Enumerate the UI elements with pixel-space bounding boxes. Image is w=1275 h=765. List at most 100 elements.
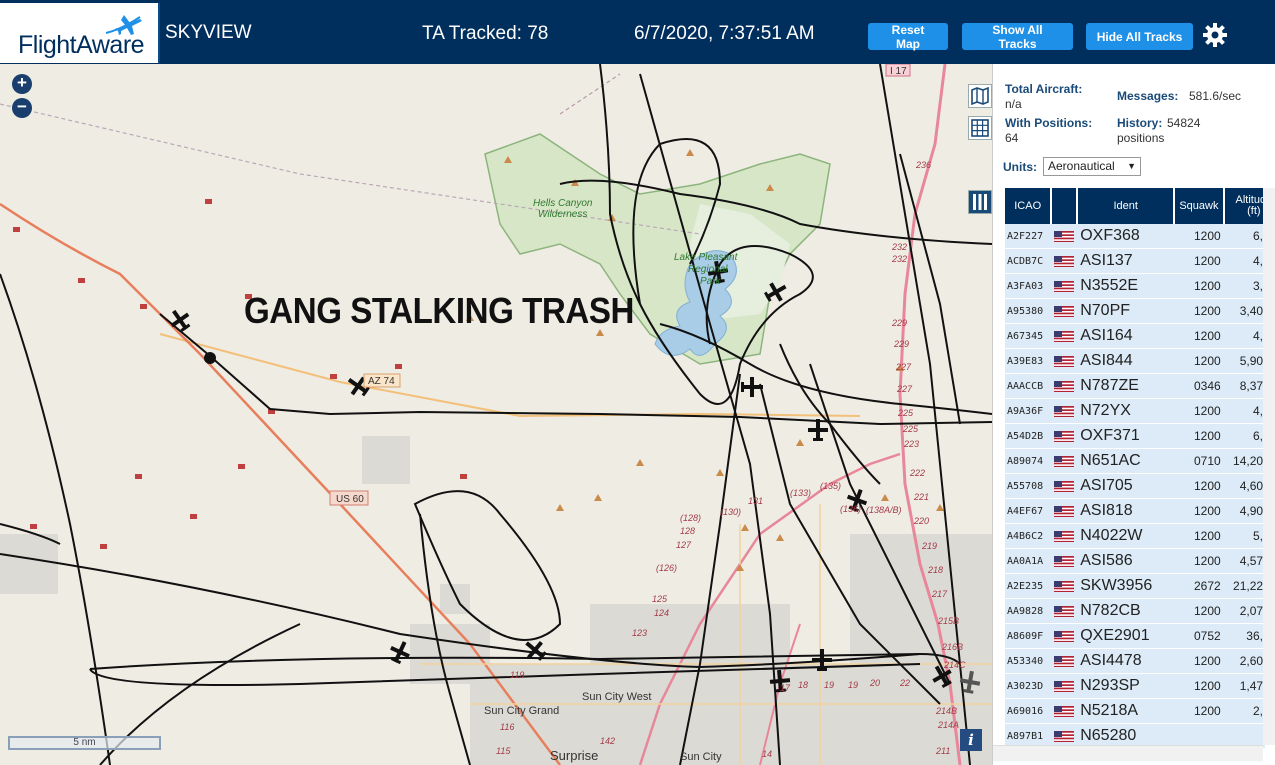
table-row[interactable]: A2F227 OXF36812006,725 (1005, 224, 1265, 249)
table-row[interactable]: A55708 ASI70512004,600 ▼ (1005, 474, 1265, 499)
us-flag-icon (1052, 224, 1079, 249)
table-horizontal-scrollbar[interactable] (993, 745, 1263, 761)
logo-text: FlightAware (18, 31, 145, 59)
table-row[interactable]: A69016 N5218A12002,700 (1005, 699, 1265, 724)
road-number-label: 18 (798, 680, 808, 690)
row-altitude-value: 2,075 (1239, 604, 1265, 618)
grid-overlay-button[interactable] (968, 116, 992, 140)
table-row[interactable]: A9A36F N72YX12004,850 (1005, 399, 1265, 424)
row-squawk: 1200 (1175, 424, 1225, 449)
i17-shield: I 17 (890, 66, 907, 77)
gear-icon[interactable] (1202, 22, 1228, 48)
row-icao: AAACCB (1005, 374, 1053, 399)
row-squawk: 1200 (1175, 349, 1225, 374)
col-ident[interactable]: Ident (1078, 188, 1176, 224)
total-aircraft-value: n/a (1005, 97, 1022, 111)
table-row[interactable]: ACDB7C ASI13712004,800 (1005, 249, 1265, 274)
us-flag-icon (1052, 549, 1079, 574)
hide-all-tracks-button[interactable]: Hide All Tracks (1086, 23, 1193, 50)
row-altitude-value: 4,600 (1239, 479, 1265, 493)
table-row[interactable]: A54D2B OXF37112006,675 (1005, 424, 1265, 449)
us-flag-icon (1052, 299, 1079, 324)
road-number-label: 222 (909, 468, 925, 478)
reset-map-button[interactable]: Reset Map (868, 23, 948, 51)
info-button[interactable]: i (960, 729, 982, 751)
table-row[interactable]: A2E235 SKW3956267221,225 ▲ (1005, 574, 1265, 599)
row-squawk: 1200 (1175, 324, 1225, 349)
table-row[interactable]: A53340 ASI447812002,600 ▲ (1005, 649, 1265, 674)
row-altitude: 4,700 (1224, 324, 1265, 349)
flightaware-logo[interactable]: FlightAware (0, 3, 160, 63)
table-row[interactable]: AA0A1A ASI58612004,575 ▲ (1005, 549, 1265, 574)
us-flag-icon (1052, 674, 1079, 699)
zoom-in-button[interactable]: + (12, 74, 32, 94)
tracked-count: TA Tracked: 78 (422, 23, 549, 44)
map-icon (971, 86, 989, 106)
row-ident: N651AC (1078, 449, 1176, 474)
table-row[interactable]: A8609F QXE2901075236,000 (1005, 624, 1265, 649)
col-altitude-unit: (ft) (1247, 205, 1261, 217)
table-row[interactable]: A95380 N70PF12003,400 ▼ (1005, 299, 1265, 324)
road-number-label: 225 (902, 424, 919, 434)
show-all-tracks-button[interactable]: Show All Tracks (962, 23, 1073, 51)
row-ident: N293SP (1078, 674, 1176, 699)
row-squawk: 0752 (1175, 624, 1225, 649)
road-number-label: 214A (937, 720, 959, 730)
table-row[interactable]: A4B6C2 N4022W12005,750 (1005, 524, 1265, 549)
table-row[interactable]: A3023D N293SP12001,475 ▼ (1005, 674, 1265, 699)
row-icao: A4EF67 (1005, 499, 1053, 524)
row-altitude: 5,900 ▼ (1224, 349, 1265, 374)
zoom-out-button[interactable]: − (12, 98, 32, 118)
road-number-label: 229 (893, 339, 909, 349)
table-row[interactable]: A89074 N651AC071014,200 ▲ (1005, 449, 1265, 474)
units-label: Units: (1003, 160, 1037, 174)
map-canvas[interactable]: Hells Canyon Wilderness Lake Pleasant Re… (0, 64, 992, 765)
table-vertical-scrollbar[interactable] (1263, 188, 1275, 745)
aircraft-table-wrapper[interactable]: ICAO Ident Squawk Altitude (ft) A2F227 OX… (1005, 188, 1265, 756)
surprise-label: Surprise (550, 748, 598, 763)
table-row[interactable]: AA9828 N782CB12002,075 ▼ (1005, 599, 1265, 624)
map-layer-button[interactable] (968, 84, 992, 108)
row-icao: A2E235 (1005, 574, 1053, 599)
grid-icon (971, 119, 989, 137)
lake-label: Lake Pleasant (674, 252, 739, 263)
col-flag[interactable] (1052, 188, 1079, 224)
toggle-sidebar-button[interactable] (968, 190, 992, 214)
road-number-label: 219 (921, 541, 937, 551)
row-squawk: 1200 (1175, 474, 1225, 499)
row-altitude: 3,400 (1224, 274, 1265, 299)
table-row[interactable]: A39E83 ASI84412005,900 ▼ (1005, 349, 1265, 374)
row-altitude: 21,225 ▲ (1224, 574, 1265, 599)
row-ident: N4022W (1078, 524, 1176, 549)
row-ident: OXF371 (1078, 424, 1176, 449)
row-altitude: 8,375 ▲ (1224, 374, 1265, 399)
row-altitude-value: 5,900 (1239, 354, 1265, 368)
table-row[interactable]: AAACCB N787ZE03468,375 ▲ (1005, 374, 1265, 399)
units-select[interactable]: Aeronautical ▼ (1043, 157, 1141, 176)
row-ident: SKW3956 (1078, 574, 1176, 599)
row-altitude-value: 14,200 (1233, 454, 1265, 468)
row-altitude-value: 2,600 (1239, 654, 1265, 668)
table-row[interactable]: A3FA03 N3552E12003,400 (1005, 274, 1265, 299)
row-icao: AA0A1A (1005, 549, 1053, 574)
sun-city-grand-label: Sun City Grand (484, 705, 559, 717)
road-number-label: 116 (500, 722, 514, 732)
row-icao: A3023D (1005, 674, 1053, 699)
table-row[interactable]: A4EF67 ASI81812004,900 ▼ (1005, 499, 1265, 524)
us-flag-icon (1052, 524, 1079, 549)
col-squawk[interactable]: Squawk (1175, 188, 1225, 224)
row-squawk: 1200 (1175, 274, 1225, 299)
row-icao: A69016 (1005, 699, 1053, 724)
us-flag-icon (1052, 499, 1079, 524)
row-altitude-value: 4,575 (1239, 554, 1265, 568)
road-number-label: 221 (913, 492, 929, 502)
col-icao[interactable]: ICAO (1005, 188, 1053, 224)
col-altitude[interactable]: Altitude (ft) (1224, 188, 1265, 224)
map-view[interactable]: Hells Canyon Wilderness Lake Pleasant Re… (0, 64, 992, 765)
road-number-label: 127 (676, 540, 692, 550)
road-number-label: 214B (935, 706, 957, 716)
row-ident: N72YX (1078, 399, 1176, 424)
row-altitude: 2,700 (1224, 699, 1265, 724)
row-altitude-value: 4,900 (1239, 504, 1265, 518)
table-row[interactable]: A67345 ASI16412004,700 (1005, 324, 1265, 349)
